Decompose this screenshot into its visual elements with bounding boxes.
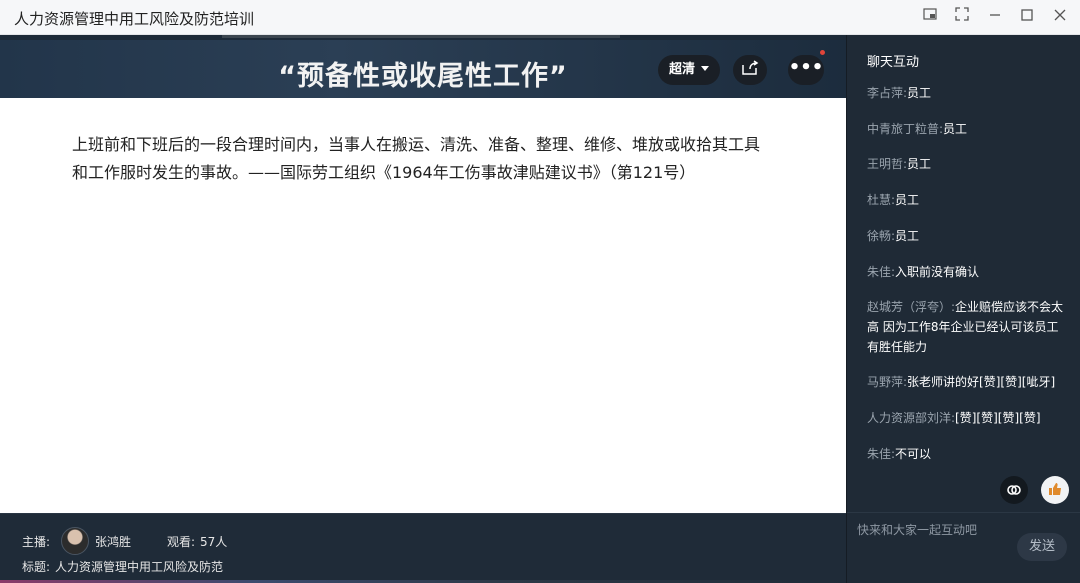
chat-text: [赞][赞][赞][赞] [955,411,1041,425]
viewers-count: 57人 [200,535,228,549]
window-title: 人力资源管理中用工风险及防范培训 [14,10,255,28]
chat-header: 聊天互动 [867,55,920,70]
slide-body-line: 上班前和下班后的一段合理时间内，当事人在搬运、清洗、准备、整理、维修、堆放或收拾… [72,135,761,154]
chat-user: 赵城芳（浮夸）: [867,300,956,314]
chat-message: 赵城芳（浮夸）:企业赔偿应该不会太高 因为工作8年企业已经认可该员工有胜任能力 [867,297,1065,357]
notification-dot [820,50,825,55]
window-titlebar: 人力资源管理中用工风险及防范培训 [0,0,1080,35]
chat-user: 徐畅: [867,229,896,243]
more-button[interactable]: ••• [788,55,824,85]
chat-message: 朱佳:入职前没有确认 [867,262,1065,282]
chevron-down-icon [701,66,709,71]
link-icon[interactable] [1000,476,1028,504]
chat-text: 员工 [943,122,968,136]
maximize-icon[interactable] [1016,6,1038,28]
minimize-icon[interactable] [984,6,1006,28]
fullscreen-icon[interactable] [951,6,973,28]
chat-divider [847,512,1080,513]
chat-user: 马野萍: [867,375,908,389]
chat-text: 员工 [907,157,932,171]
chat-text: 张老师讲的好[赞][赞][呲牙] [907,375,1056,389]
chat-user: 朱佳: [867,447,896,461]
chat-input[interactable] [857,523,1017,537]
chat-message: 徐畅:员工 [867,226,1065,246]
send-button[interactable]: 发送 [1017,533,1067,561]
video-player[interactable]: “预备性或收尾性工作” 超清 ••• 上班前和下班后的一段合理时间内，当事人在搬… [0,35,846,513]
quality-selector[interactable]: 超清 [658,55,720,85]
chat-message: 李占萍:员工 [867,83,1065,103]
chat-text: 入职前没有确认 [895,265,980,279]
chat-panel: 聊天互动 李占萍:员工 中青旅丁粒普:员工 王明哲:员工 杜慧:员工 徐畅:员工… [846,35,1080,583]
chat-message: 中青旅丁粒普:员工 [867,119,1065,139]
chat-message: 人力资源部刘洋:[赞][赞][赞][赞] [867,408,1065,428]
chat-user: 王明哲: [867,157,908,171]
avatar[interactable] [61,527,89,555]
chat-message: 马野萍:张老师讲的好[赞][赞][呲牙] [867,372,1065,392]
chat-user: 杜慧: [867,193,896,207]
chat-message: 杜慧:员工 [867,190,1065,210]
host-name: 张鸿胜 [95,535,132,549]
chat-user: 李占萍: [867,86,908,100]
chat-user: 人力资源部刘洋: [867,411,956,425]
chat-text: 员工 [907,86,932,100]
chat-user: 中青旅丁粒普: [867,122,944,136]
viewers-label: 观看: [167,535,196,549]
video-top-bar [222,35,620,38]
chat-text: 员工 [895,193,920,207]
chat-message: 朱佳:不可以 [867,444,1065,464]
slide-body: 上班前和下班后的一段合理时间内，当事人在搬运、清洗、准备、整理、维修、堆放或收拾… [72,131,772,187]
like-icon[interactable] [1041,476,1069,504]
close-icon[interactable] [1049,6,1071,28]
share-icon [742,60,759,75]
slide-header: “预备性或收尾性工作” 超清 ••• [0,40,846,98]
live-info-bar: 主播: 张鸿胜 观看: 57人 标题: 人力资源管理中用工风险及防范 [0,513,846,583]
topic-value: 人力资源管理中用工风险及防范 [55,560,224,574]
chat-message: 王明哲:员工 [867,154,1065,174]
slide-body-line: 和工作服时发生的事故。——国际劳工组织《1964年工伤事故津贴建议书》（第121… [72,163,696,182]
chat-text: 员工 [895,229,920,243]
chat-text: 不可以 [895,447,932,461]
topic-label: 标题: [22,560,51,574]
host-label: 主播: [22,535,51,549]
quality-label: 超清 [668,62,695,77]
chat-user: 朱佳: [867,265,896,279]
pip-icon[interactable] [919,6,941,28]
share-button[interactable] [733,55,767,85]
